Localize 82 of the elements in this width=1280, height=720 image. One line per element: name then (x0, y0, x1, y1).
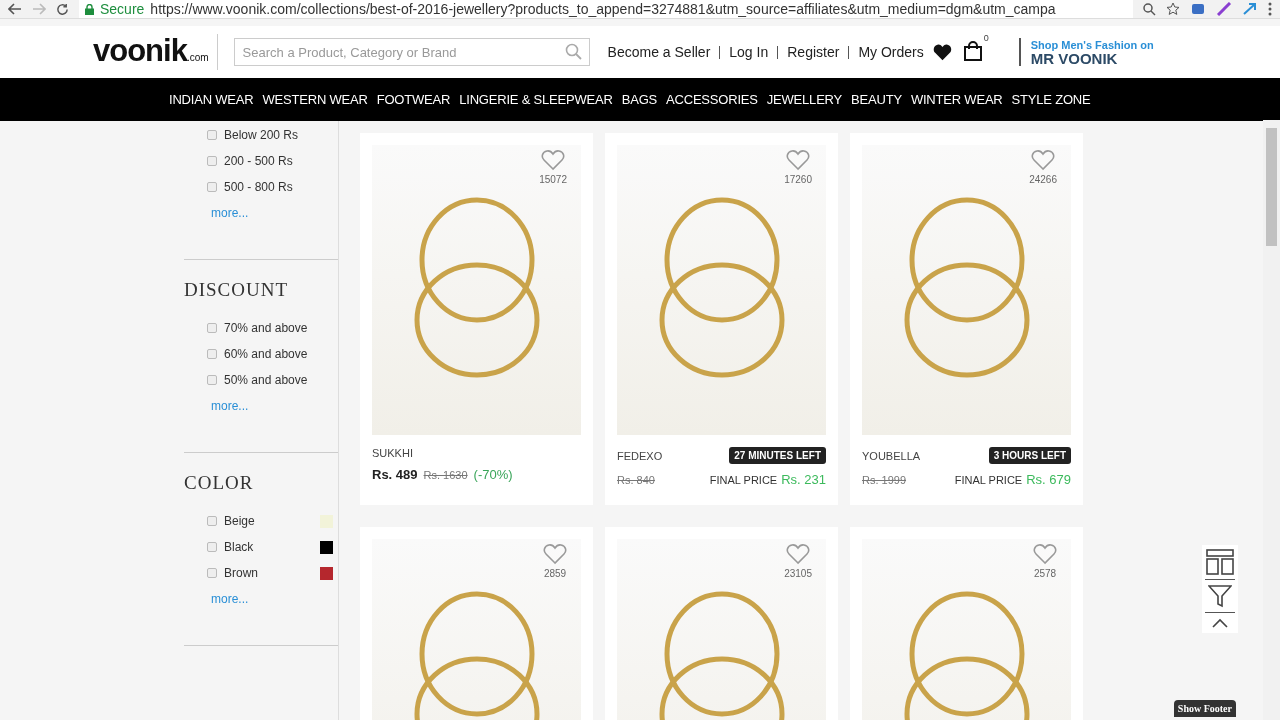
nav-link[interactable]: WINTER WEAR (910, 92, 1003, 107)
header-link[interactable]: Register (787, 44, 840, 60)
checkbox[interactable] (207, 568, 217, 578)
original-price: Rs. 1630 (423, 469, 468, 481)
product-photo[interactable] (372, 145, 581, 435)
heart-icon[interactable] (931, 43, 953, 61)
price: Rs. 489 (372, 467, 418, 482)
nav-link[interactable]: LINGERIE & SLEEPWEAR (459, 92, 613, 107)
zoom-icon[interactable] (1143, 2, 1156, 16)
time-left-badge: 3 HOURS LEFT (988, 447, 1071, 464)
checkbox[interactable] (207, 156, 217, 166)
original-price: Rs. 1999 (862, 474, 907, 486)
filter-option[interactable]: 50% and above (224, 373, 338, 387)
like-count: 24266 (1029, 174, 1057, 185)
lock-icon (85, 3, 94, 15)
nav-link[interactable]: JEWELLERY (766, 92, 843, 107)
extension-icon[interactable] (1190, 2, 1206, 16)
layout-icon[interactable] (1206, 549, 1234, 575)
nav-link[interactable]: STYLE ZONE (1011, 92, 1091, 107)
header-link[interactable]: Become a Seller (607, 44, 711, 60)
filter-heading: DISCOUNT (184, 279, 290, 301)
final-price: FINAL PRICE Rs. 231 (709, 472, 826, 487)
checkbox[interactable] (207, 130, 217, 140)
final-price: FINAL PRICE Rs. 679 (954, 472, 1071, 487)
brand-name: FEDEXO (617, 449, 663, 462)
nav-link[interactable]: BEAUTY (851, 92, 902, 107)
nav-link[interactable]: WESTERN WEAR (262, 92, 368, 107)
checkbox[interactable] (207, 323, 217, 333)
filter-option[interactable]: Beige (224, 514, 320, 528)
filter-option[interactable]: 70% and above (224, 321, 338, 335)
checkbox[interactable] (207, 182, 217, 192)
cart-bag-icon[interactable] (962, 40, 983, 61)
like-count: 2859 (543, 568, 567, 579)
search-icon[interactable] (564, 43, 582, 60)
original-price: Rs. 840 (617, 474, 655, 486)
filter-option[interactable]: 60% and above (224, 347, 338, 361)
promo-banner[interactable]: Shop Men's Fashion on MR VOONIK (1018, 38, 1154, 66)
checkbox[interactable] (207, 349, 217, 359)
scrollbar-thumb[interactable] (1266, 128, 1277, 246)
show-footer-button[interactable]: Show Footer (1173, 700, 1236, 717)
filter-option[interactable]: 500 - 800 Rs (224, 180, 338, 194)
nav-link[interactable]: BAGS (621, 92, 658, 107)
reload-icon[interactable] (56, 2, 69, 16)
filter-option[interactable]: Black (224, 540, 320, 554)
discount-percent: (-70%) (473, 467, 513, 482)
like-count: 23105 (784, 568, 812, 579)
checkbox[interactable] (207, 542, 217, 552)
address-bar[interactable]: Secure https://www.voonik.com/collections/best-of-2016-jewellery?products_to_append=3274881&utm_source=affiliates&utm_medium=dgm&utm_campa (79, 0, 1133, 18)
filter-icon[interactable] (1208, 584, 1232, 608)
filter-heading: COLOR (184, 472, 255, 494)
nav-link[interactable]: ACCESSORIES (666, 92, 758, 107)
nav-link[interactable]: FOOTWEAR (376, 92, 451, 107)
promo-brand: MR VOONIK (1030, 52, 1119, 66)
header-link[interactable]: My Orders (858, 44, 924, 60)
checkbox[interactable] (207, 516, 217, 526)
like-count: 2578 (1033, 568, 1057, 579)
filter-option[interactable]: Brown (224, 566, 320, 580)
star-icon[interactable] (1166, 2, 1180, 16)
product-photo[interactable] (862, 145, 1071, 435)
checkbox[interactable] (207, 375, 217, 385)
promo-text: Shop Men's Fashion on (1030, 38, 1154, 52)
filter-option[interactable]: 200 - 500 Rs (224, 154, 338, 168)
site-logo[interactable]: voonik.com (93, 34, 218, 70)
search-field[interactable]: Search a Product, Category or Brand (233, 38, 590, 66)
cart-count: 0 (983, 32, 989, 43)
back-icon[interactable] (8, 3, 22, 15)
header-link[interactable]: Log In (729, 44, 769, 60)
brand-name: SUKKHI (372, 447, 413, 459)
nav-link[interactable]: INDIAN WEAR (169, 92, 254, 107)
menu-icon[interactable] (1268, 2, 1272, 16)
secure-label: Secure (100, 1, 145, 17)
brand-name: YOUBELLA (862, 449, 921, 462)
chevron-up-icon[interactable] (1211, 617, 1229, 629)
like-count: 15072 (539, 174, 567, 185)
time-left-badge: 27 MINUTES LEFT (729, 447, 826, 464)
filter-option[interactable]: Below 200 Rs (224, 128, 338, 142)
forward-icon[interactable] (32, 3, 46, 15)
product-photo[interactable] (617, 145, 826, 435)
url-text: https://www.voonik.com/collections/best-of-2016-jewellery?products_to_append=3274881&utm_source=affiliates&utm_medium=dgm&utm_campa (150, 1, 1056, 17)
like-count: 17260 (784, 174, 812, 185)
arrow-icon[interactable] (1242, 2, 1258, 16)
feather-icon[interactable] (1216, 2, 1232, 16)
